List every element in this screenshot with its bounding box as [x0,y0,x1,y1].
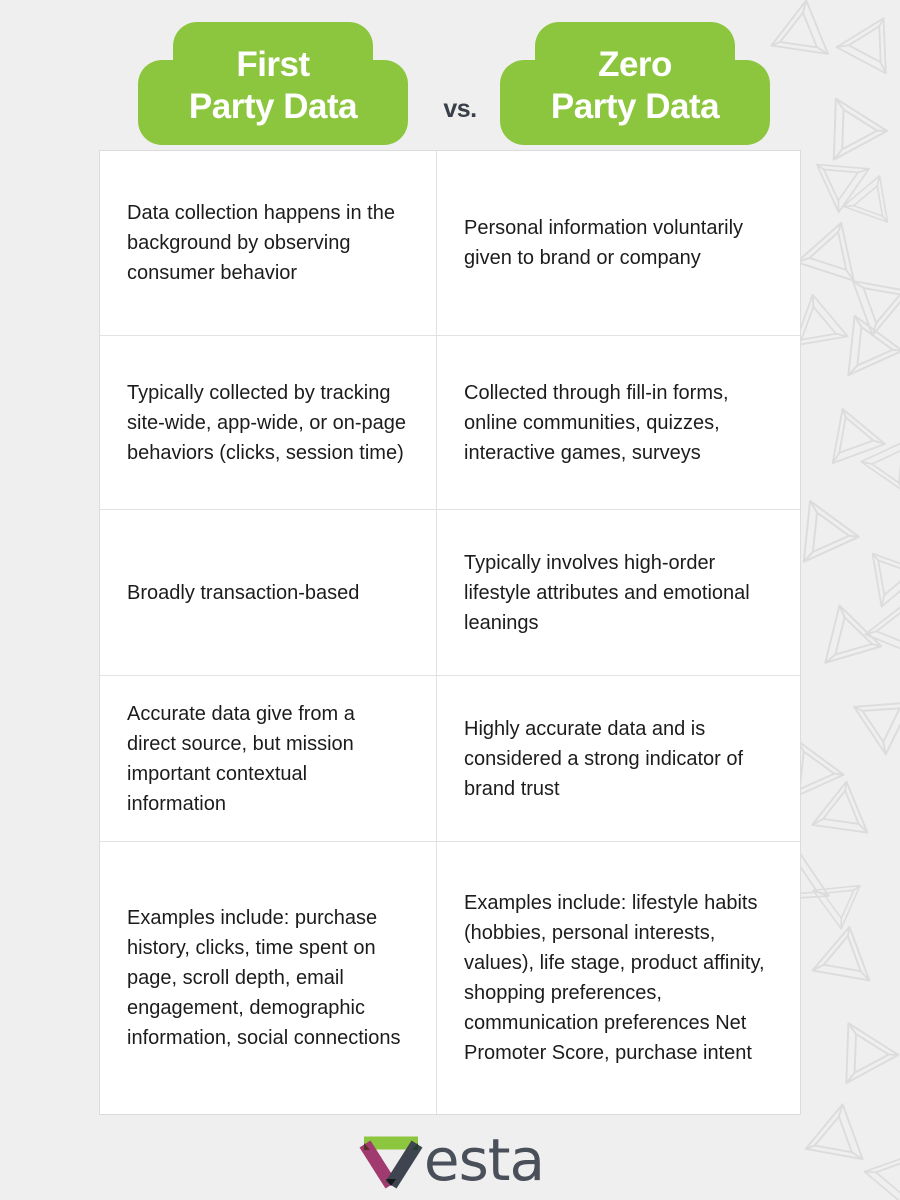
cell-first-party: Examples include: purchase history, clic… [100,842,437,1114]
cell-first-party: Data collection happens in the backgroun… [100,151,437,335]
badge-first-party-label: First Party Data [138,22,408,145]
badge-first-line1: First [236,44,310,84]
cell-zero-party: Collected through fill-in forms, online … [464,381,729,464]
cell-zero-party: Highly accurate data and is considered a… [464,717,744,800]
cell-first-party: Typically collected by tracking site-wid… [100,336,437,509]
header: First Party Data vs. Zero Party Data [0,0,900,150]
badge-zero-party-label: Zero Party Data [500,22,770,145]
badge-first-party-data: First Party Data [138,22,408,145]
table-row: Examples include: purchase history, clic… [100,842,800,1114]
vesta-logo: esta [356,1126,545,1194]
comparison-table: Data collection happens in the backgroun… [99,150,801,1115]
table-row: Accurate data give from a direct source,… [100,676,800,842]
table-row: Data collection happens in the backgroun… [100,151,800,336]
cell-zero-party: Typically involves high-order lifestyle … [464,551,750,634]
versus-label: vs. [443,95,477,123]
cell-first-party: Broadly transaction-based [100,510,437,675]
table-row: Typically collected by tracking site-wid… [100,336,800,510]
table-row: Broadly transaction-based Typically invo… [100,510,800,676]
badge-zero-line2: Party Data [550,86,720,126]
vesta-logo-text: esta [423,1126,545,1194]
cell-first-party: Accurate data give from a direct source,… [100,676,437,841]
vesta-triangle-logomark-icon [359,1136,423,1189]
badge-first-line2: Party Data [188,86,358,126]
badge-zero-line1: Zero [598,44,672,84]
footer: esta [0,1120,900,1200]
cell-zero-party: Examples include: lifestyle habits (hobb… [464,892,765,1064]
badge-zero-party-data: Zero Party Data [500,22,770,145]
cell-zero-party: Personal information voluntarily given t… [464,217,744,269]
